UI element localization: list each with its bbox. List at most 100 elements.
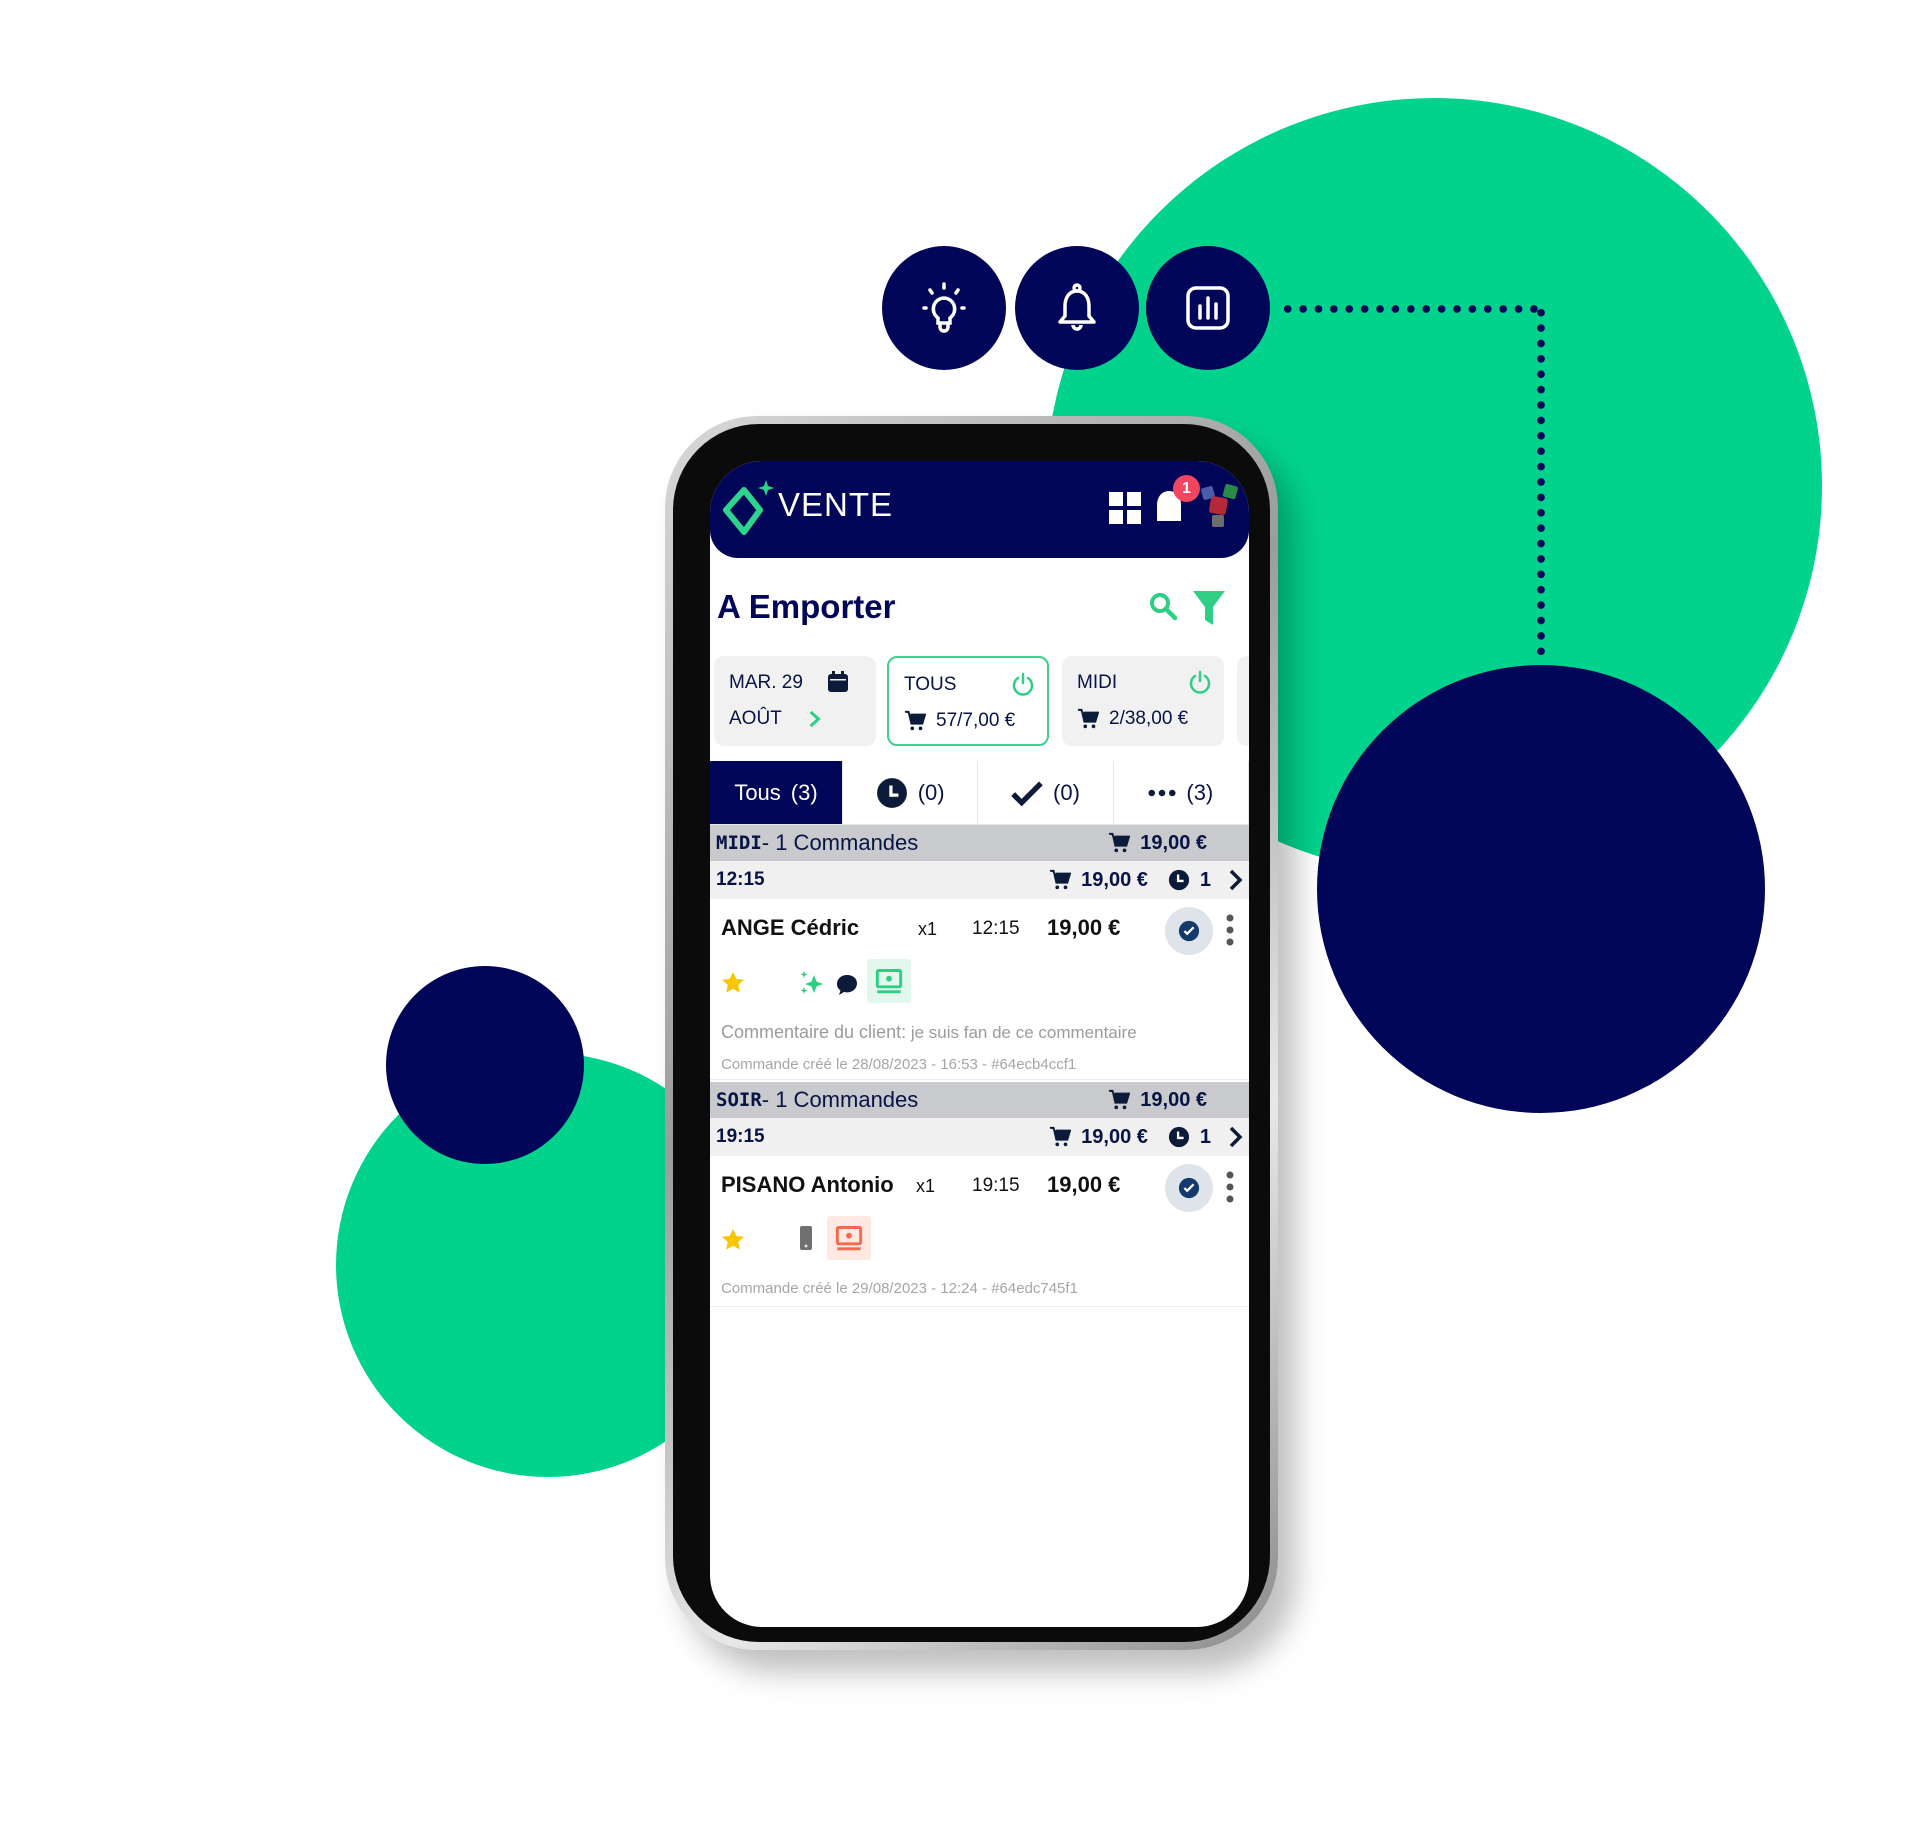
customer-name: PISANO Antonio bbox=[721, 1172, 894, 1197]
app-screen: VENTE 1 A Emporter MAR. 29 AOÛT TOUS 57/… bbox=[710, 461, 1249, 1627]
tab-count: (0) bbox=[917, 779, 945, 805]
comment-label: Commentaire du client: bbox=[721, 1022, 907, 1042]
group-header: MIDI - 1 Commandes 19,00 € bbox=[710, 825, 1249, 861]
date-day: MAR. 29 bbox=[729, 672, 803, 693]
cart-icon bbox=[904, 710, 926, 731]
customer-comment: Commentaire du client: je suis fan de ce… bbox=[721, 1022, 1137, 1043]
validate-button[interactable] bbox=[1165, 1164, 1213, 1212]
tab-done[interactable]: (0) bbox=[978, 761, 1114, 824]
search-icon[interactable] bbox=[1148, 591, 1178, 621]
dots-icon bbox=[1148, 789, 1176, 796]
notification-badge: 1 bbox=[1173, 475, 1200, 502]
dotted-connector-horizontal bbox=[1280, 305, 1545, 313]
slot-total: 19,00 € bbox=[1081, 1125, 1148, 1148]
time-slot-row[interactable]: 12:15 19,00 € 1 bbox=[710, 861, 1249, 899]
group-name: SOIR bbox=[716, 1089, 762, 1111]
group-total: 19,00 € bbox=[1108, 832, 1207, 855]
cash-icon bbox=[835, 1226, 863, 1251]
date-month: AOÛT bbox=[729, 708, 782, 729]
group-summary: - 1 Commandes bbox=[761, 1087, 919, 1112]
slot-total: 19,00 € bbox=[1081, 868, 1148, 891]
chart-icon bbox=[1186, 286, 1230, 330]
order-item[interactable]: PISANO Antonio x1 19:15 19,00 € Commande… bbox=[710, 1156, 1249, 1307]
power-icon[interactable] bbox=[1011, 672, 1035, 696]
more-options-icon[interactable] bbox=[1222, 1170, 1238, 1204]
status-tabs: Tous (3) (0) (0) (3) bbox=[710, 761, 1249, 825]
power-icon[interactable] bbox=[1188, 670, 1212, 694]
cart-icon bbox=[1077, 708, 1099, 729]
feature-chart bbox=[1146, 246, 1270, 370]
order-price: 19,00 € bbox=[1047, 915, 1121, 940]
slot-time: 19:15 bbox=[716, 1126, 765, 1147]
cart-icon bbox=[1109, 1089, 1131, 1110]
slot-pending: 1 bbox=[1199, 868, 1211, 891]
chevron-right-icon[interactable] bbox=[1229, 1126, 1243, 1148]
tab-pending[interactable]: (0) bbox=[843, 761, 979, 824]
group-total: 19,00 € bbox=[1108, 1089, 1207, 1112]
group-total-value: 19,00 € bbox=[1140, 831, 1207, 854]
service-label: MIDI bbox=[1077, 672, 1118, 693]
tab-count: (3) bbox=[1186, 779, 1214, 805]
group-header: SOIR - 1 Commandes 19,00 € bbox=[710, 1082, 1249, 1118]
phone-mockup: VENTE 1 A Emporter MAR. 29 AOÛT TOUS 57/… bbox=[665, 416, 1278, 1650]
chevron-right-icon[interactable] bbox=[808, 709, 822, 729]
sparkle-icon bbox=[800, 971, 823, 994]
service-value-row: 57/7,00 € bbox=[904, 710, 1015, 732]
tab-count: (0) bbox=[1053, 779, 1080, 805]
tab-count: (3) bbox=[790, 779, 818, 805]
filter-icon[interactable] bbox=[1192, 589, 1226, 627]
app-header: VENTE 1 bbox=[710, 461, 1249, 558]
order-created-info: Commande créé le 28/08/2023 - 16:53 - #6… bbox=[721, 1056, 1077, 1073]
clock-icon bbox=[1168, 1126, 1189, 1148]
check-icon bbox=[1011, 781, 1043, 806]
cart-icon bbox=[1050, 1126, 1072, 1147]
mobile-phone-icon bbox=[800, 1226, 812, 1250]
cash-icon bbox=[875, 969, 903, 994]
date-month-row: AOÛT bbox=[729, 708, 822, 730]
service-card-all[interactable]: TOUS 57/7,00 € bbox=[887, 656, 1049, 746]
clock-icon bbox=[1168, 869, 1189, 891]
order-created-info: Commande créé le 29/08/2023 - 12:24 - #6… bbox=[721, 1280, 1078, 1297]
tab-all[interactable]: Tous (3) bbox=[710, 761, 843, 824]
decorative-navy-circle-small bbox=[386, 966, 584, 1164]
service-value: 57/7,00 € bbox=[936, 710, 1016, 731]
star-icon bbox=[722, 1229, 744, 1250]
more-options-icon[interactable] bbox=[1222, 913, 1238, 947]
chevron-right-icon[interactable] bbox=[1229, 869, 1243, 891]
order-icons bbox=[721, 1216, 1021, 1260]
avatar[interactable] bbox=[1198, 481, 1240, 533]
service-card-overflow[interactable] bbox=[1237, 656, 1249, 746]
order-icons bbox=[721, 959, 1021, 1003]
lightbulb-icon bbox=[922, 282, 966, 333]
slot-time: 12:15 bbox=[716, 869, 765, 890]
tab-other[interactable]: (3) bbox=[1114, 761, 1249, 824]
service-value: 2/38,00 € bbox=[1109, 708, 1189, 729]
cart-icon bbox=[1109, 832, 1131, 853]
verified-icon bbox=[1178, 1177, 1200, 1199]
service-label: TOUS bbox=[904, 674, 957, 695]
tab-label: Tous bbox=[734, 779, 781, 805]
order-item[interactable]: ANGE Cédric x1 12:15 19,00 € Commentaire… bbox=[710, 899, 1249, 1080]
service-card-midi[interactable]: MIDI 2/38,00 € bbox=[1062, 656, 1224, 746]
feature-lightbulb bbox=[882, 246, 1006, 370]
decorative-navy-circle bbox=[1317, 665, 1765, 1113]
bell-icon bbox=[1058, 283, 1096, 331]
time-slot-row[interactable]: 19:15 19,00 € 1 bbox=[710, 1118, 1249, 1156]
feature-bell bbox=[1015, 246, 1139, 370]
page-title: A Emporter bbox=[717, 588, 896, 625]
order-time: 12:15 bbox=[972, 918, 1020, 939]
app-name: VENTE bbox=[778, 486, 894, 523]
payment-cash-badge bbox=[867, 959, 911, 1003]
order-qty: x1 bbox=[916, 1176, 936, 1196]
service-value-row: 2/38,00 € bbox=[1077, 708, 1188, 730]
group-name: MIDI bbox=[716, 832, 762, 854]
comment-icon bbox=[837, 975, 857, 995]
dotted-connector-vertical bbox=[1537, 305, 1545, 655]
group-summary: - 1 Commandes bbox=[761, 830, 919, 855]
phone-bezel: VENTE 1 A Emporter MAR. 29 AOÛT TOUS 57/… bbox=[673, 424, 1270, 1642]
clock-icon bbox=[876, 777, 907, 808]
date-card[interactable]: MAR. 29 AOÛT bbox=[714, 656, 876, 746]
comment-text: je suis fan de ce commentaire bbox=[906, 1023, 1137, 1042]
grid-icon[interactable] bbox=[1108, 491, 1142, 525]
validate-button[interactable] bbox=[1165, 907, 1213, 955]
